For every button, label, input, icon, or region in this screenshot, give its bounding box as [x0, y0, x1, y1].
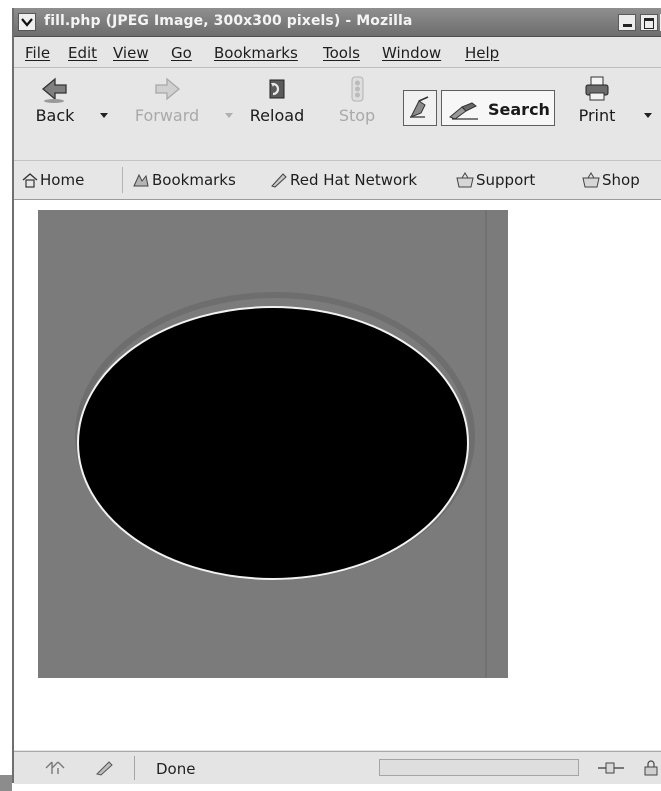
personal-home-link[interactable]: Home — [22, 171, 84, 189]
bookmark-folder-icon — [582, 172, 600, 188]
mozilla-search-icon — [409, 96, 429, 118]
stop-label: Stop — [338, 106, 376, 125]
search-field-button[interactable] — [403, 90, 437, 126]
print-label: Print — [578, 106, 616, 125]
title-bar: fill.php (JPEG Image, 300x300 pixels) - … — [14, 8, 661, 37]
personal-shop-label: Shop — [602, 171, 640, 189]
personal-support-link[interactable]: Support — [456, 171, 535, 189]
chevron-down-icon — [21, 18, 33, 27]
reload-icon — [269, 79, 285, 99]
reload-button[interactable]: Reload — [242, 74, 312, 125]
pen-bookmark-icon — [271, 173, 287, 188]
back-history-arrow-icon[interactable] — [100, 113, 108, 118]
menu-go[interactable]: Go — [171, 44, 192, 62]
personal-bookmarks-link[interactable]: Bookmarks — [132, 171, 236, 189]
menu-file[interactable]: File — [25, 44, 50, 62]
navigation-toolbar: Back Forward Reload Stop Search Print — [14, 68, 661, 161]
personal-toolbar: Home Bookmarks Red Hat Network Support S… — [14, 161, 661, 200]
forward-label: Forward — [134, 106, 200, 125]
personal-support-label: Support — [476, 171, 536, 189]
menu-window[interactable]: Window — [382, 44, 441, 62]
menu-tools[interactable]: Tools — [323, 44, 360, 62]
pen-status-icon[interactable] — [94, 759, 116, 777]
search-area: Search — [403, 90, 555, 130]
forward-button[interactable]: Forward — [128, 74, 206, 125]
window-frame-edge — [0, 775, 12, 791]
window-title: fill.php (JPEG Image, 300x300 pixels) - … — [44, 13, 413, 29]
back-label: Back — [35, 106, 75, 125]
security-lock-icon[interactable] — [644, 760, 658, 776]
menu-view[interactable]: View — [113, 44, 149, 62]
filled-ellipse — [77, 306, 469, 580]
back-button[interactable]: Back — [32, 74, 78, 125]
status-divider — [134, 756, 135, 780]
forward-history-arrow-icon[interactable] — [225, 113, 233, 118]
print-button[interactable]: Print — [574, 74, 620, 125]
bookmark-folder-icon — [456, 172, 474, 188]
stop-icon — [351, 76, 364, 102]
status-text: Done — [156, 760, 196, 778]
maximize-button[interactable] — [640, 14, 658, 31]
personal-toolbar-separator — [122, 167, 123, 193]
menu-help[interactable]: Help — [465, 44, 499, 62]
search-label: Search — [488, 100, 550, 119]
jpeg-image — [38, 210, 508, 678]
progress-meter — [379, 759, 579, 776]
browser-window: fill.php (JPEG Image, 300x300 pixels) - … — [12, 8, 661, 784]
back-arrow-icon — [41, 77, 67, 103]
printer-icon — [585, 76, 609, 101]
menu-bar: File Edit View Go Bookmarks Tools Window… — [14, 37, 661, 68]
search-button[interactable]: Search — [441, 90, 555, 126]
personal-home-label: Home — [40, 171, 85, 189]
connection-icon[interactable] — [596, 760, 626, 776]
status-bar: Done — [14, 751, 661, 784]
personal-shop-link[interactable]: Shop — [582, 171, 640, 189]
personal-redhat-label: Red Hat Network — [290, 171, 418, 189]
minimize-button[interactable] — [618, 14, 636, 31]
page-content[interactable] — [14, 200, 661, 750]
personal-bookmarks-label: Bookmarks — [152, 171, 236, 189]
forward-arrow-icon — [155, 77, 181, 101]
home-icon — [22, 173, 38, 188]
bookmarks-icon — [133, 173, 149, 187]
window-menu-button[interactable] — [18, 13, 36, 31]
stop-button[interactable]: Stop — [332, 74, 382, 125]
network-icon[interactable] — [44, 759, 66, 777]
menu-bookmarks[interactable]: Bookmarks — [214, 44, 298, 62]
reload-label: Reload — [249, 106, 305, 125]
magnifier-pen-icon — [449, 102, 478, 120]
personal-redhat-link[interactable]: Red Hat Network — [270, 171, 417, 189]
print-options-arrow-icon[interactable] — [644, 113, 652, 118]
menu-edit[interactable]: Edit — [68, 44, 97, 62]
